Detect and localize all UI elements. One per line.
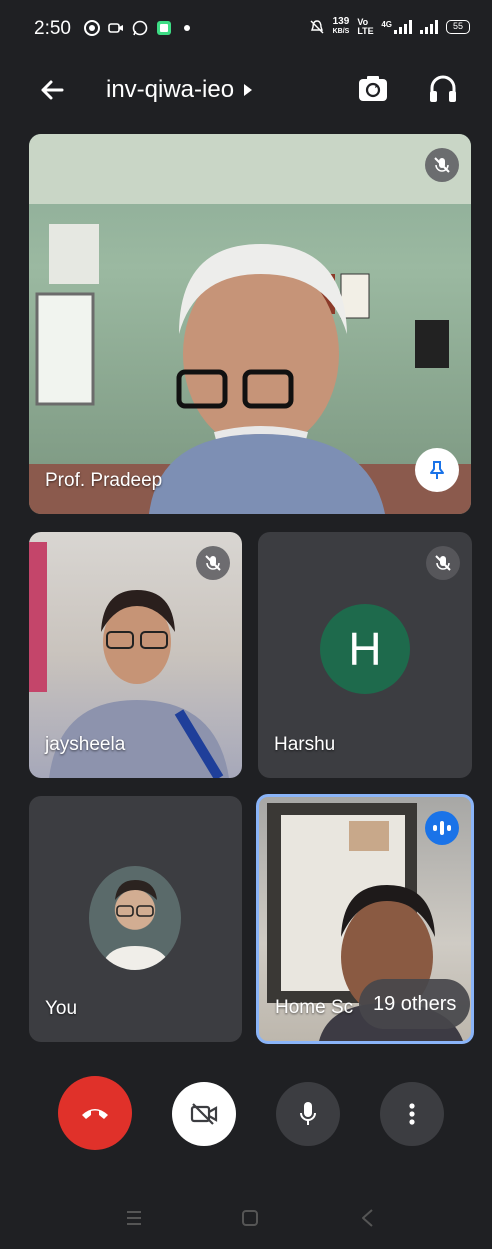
notification-icons	[84, 20, 190, 36]
participant-name: Prof. Pradeep	[45, 470, 163, 491]
call-controls	[0, 1072, 492, 1152]
network-speed-value: 139	[332, 16, 350, 27]
participant-name: jaysheela	[45, 734, 126, 755]
recents-menu-icon[interactable]	[122, 1206, 146, 1230]
system-nav-bar	[0, 1190, 492, 1249]
participant-video	[29, 134, 471, 514]
status-bar: 2:50 139 KB/S Vo LTE 4G 55	[0, 0, 492, 58]
meeting-code: inv-qiwa-ieo	[106, 76, 235, 103]
battery-icon: 55	[446, 20, 470, 34]
headphones-icon[interactable]	[426, 72, 460, 106]
signal-1-icon	[394, 20, 412, 34]
system-status: 139 KB/S Vo LTE 4G 55	[309, 17, 470, 37]
network-speed-unit: KB/S	[332, 28, 350, 35]
avatar	[89, 866, 181, 970]
end-call-button[interactable]	[58, 1076, 132, 1150]
volte-label: Vo LTE	[357, 17, 374, 36]
more-options-button[interactable]	[380, 1082, 444, 1146]
mic-off-badge	[426, 546, 460, 580]
chevron-right-icon	[244, 84, 253, 96]
whatsapp-icon	[132, 20, 148, 36]
camera-toggle-button[interactable]	[172, 1082, 236, 1146]
avatar: H	[320, 604, 410, 694]
arrow-left-icon[interactable]	[36, 74, 68, 106]
network-type: 4G	[381, 19, 392, 29]
signal-2-icon	[420, 20, 438, 34]
mute-icon	[310, 20, 324, 34]
mic-off-icon	[434, 157, 450, 173]
participant-name: You	[45, 998, 78, 1019]
participant-name: Harshu	[274, 734, 336, 755]
mic-off-icon	[435, 555, 451, 571]
participant-tile-home[interactable]: Home Sc 19 others	[256, 794, 474, 1044]
participant-tile-main[interactable]: Prof. Pradeep	[29, 134, 471, 514]
home-icon[interactable]	[238, 1206, 262, 1230]
app-notification-icon	[157, 21, 171, 35]
phone-hangup-icon	[82, 1109, 108, 1119]
back-nav-icon[interactable]	[356, 1206, 380, 1230]
participant-tile-harshu[interactable]: H Harshu	[258, 532, 472, 778]
switch-camera-icon[interactable]	[356, 72, 390, 106]
self-photo	[101, 880, 171, 970]
audio-level-icon	[425, 811, 459, 845]
pin-button[interactable]	[415, 448, 459, 492]
more-notifications-dot	[184, 25, 190, 31]
status-time: 2:50	[34, 18, 71, 39]
network-speed: 139 KB/S	[333, 17, 350, 37]
mic-toggle-button[interactable]	[276, 1082, 340, 1146]
more-vert-icon	[409, 1103, 415, 1125]
video-off-icon	[190, 1103, 218, 1125]
mic-off-badge	[425, 148, 459, 182]
participant-name: Home Sc	[275, 997, 354, 1018]
mic-off-icon	[205, 555, 221, 571]
others-count-pill[interactable]: 19 others	[359, 979, 471, 1029]
participant-tile-jaysheela[interactable]: jaysheela	[29, 532, 242, 778]
video-notification-icon	[108, 23, 123, 33]
chrome-icon	[84, 20, 100, 36]
call-header: inv-qiwa-ieo	[0, 60, 492, 120]
meeting-code-button[interactable]: inv-qiwa-ieo	[106, 76, 253, 104]
mic-icon	[300, 1102, 316, 1125]
mic-off-badge	[196, 546, 230, 580]
pin-icon	[430, 461, 444, 479]
participant-tile-you[interactable]: You	[29, 796, 242, 1042]
